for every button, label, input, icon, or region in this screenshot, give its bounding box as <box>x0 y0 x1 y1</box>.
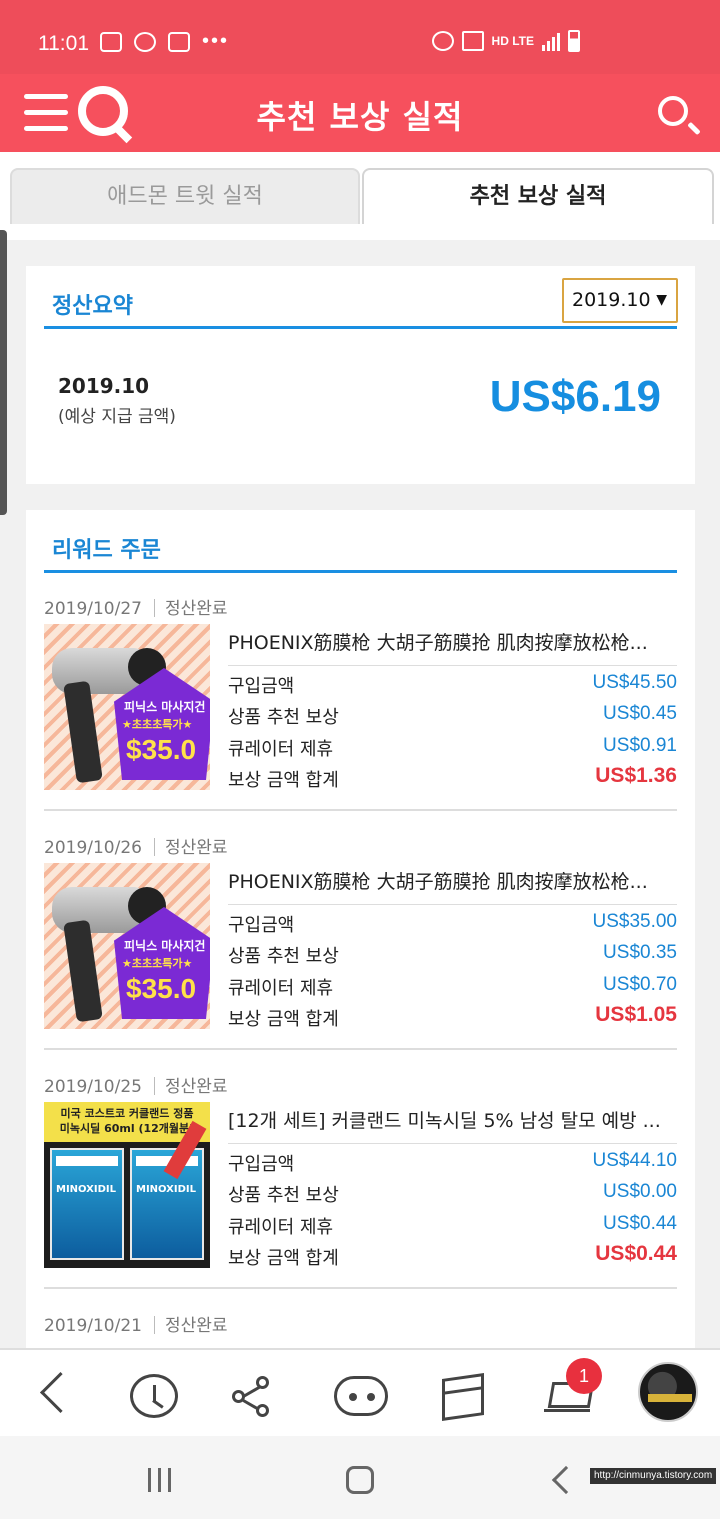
curator-row: 큐레이터 제휴 US$0.70 <box>228 974 677 999</box>
month-select[interactable]: 2019.10 ▼ <box>562 278 678 323</box>
purchase-amount: US$35.00 <box>592 911 677 932</box>
order-status: 정산완료 <box>164 1316 228 1336</box>
curator-amount: US$0.44 <box>603 1213 677 1234</box>
product-thumbnail[interactable]: 미국 코스트코 커클랜드 정품 미녹시딜 60ml (12개월분) MINOXID… <box>44 1102 210 1268</box>
bottom-navigation <box>0 1348 720 1436</box>
curator-row: 큐레이터 제휴 US$0.91 <box>228 735 677 760</box>
product-reward-row: 상품 추천 보상 US$0.35 <box>228 942 677 967</box>
recents-icon[interactable] <box>148 1468 172 1492</box>
message-icon <box>168 31 190 52</box>
section-divider <box>44 326 677 329</box>
purchase-row: 구입금액 US$35.00 <box>228 911 677 936</box>
order-date: 2019/10/26 <box>44 838 142 858</box>
product-reward-amount: US$0.45 <box>603 703 677 724</box>
history-icon[interactable] <box>130 1374 178 1418</box>
signal-icon <box>542 31 560 51</box>
summary-note: (예상 지급 금액) <box>58 407 176 427</box>
more-notifications-icon: ••• <box>202 30 230 52</box>
mute-icon <box>461 31 484 51</box>
edge-scroll-handle[interactable] <box>0 230 7 515</box>
order-divider <box>44 809 677 811</box>
purchase-row: 구입금액 US$45.50 <box>228 672 677 697</box>
product-thumbnail[interactable]: 피닉스 마사지건 ★초초초특가★ $35.0 <box>44 863 210 1029</box>
total-amount: US$0.44 <box>595 1242 677 1265</box>
dropdown-caret-icon: ▼ <box>656 292 667 308</box>
product-reward-amount: US$0.35 <box>603 942 677 963</box>
tab-admon-tweet[interactable]: 애드몬 트윗 실적 <box>10 168 360 224</box>
search-icon[interactable] <box>658 96 688 126</box>
alarm-icon <box>431 31 454 51</box>
talk-icon <box>134 31 156 52</box>
order-divider <box>44 1048 677 1050</box>
total-row: 보상 금액 합계 US$0.44 <box>228 1242 677 1269</box>
curator-row: 큐레이터 제휴 US$0.44 <box>228 1213 677 1238</box>
cart-count-badge: 1 <box>566 1358 602 1394</box>
total-row: 보상 금액 합계 US$1.36 <box>228 764 677 791</box>
order-header: 2019/10/27 정산완료 <box>44 594 228 619</box>
order-date: 2019/10/27 <box>44 599 142 619</box>
summary-month: 2019.10 <box>58 374 150 398</box>
status-bar: 11:01 ••• HD LTE <box>0 0 720 74</box>
month-select-value: 2019.10 <box>572 289 651 311</box>
tab-recommend-reward[interactable]: 추천 보상 실적 <box>362 168 714 224</box>
order-date: 2019/10/25 <box>44 1077 142 1097</box>
product-reward-row: 상품 추천 보상 US$0.45 <box>228 703 677 728</box>
watermark: http://cinmunya.tistory.com <box>590 1468 717 1484</box>
product-thumbnail[interactable]: 피닉스 마사지건 ★초초초특가★ $35.0 <box>44 624 210 790</box>
order-divider <box>44 1287 677 1289</box>
chatbot-icon[interactable] <box>334 1376 388 1416</box>
total-amount: US$1.36 <box>595 764 677 787</box>
package-icon[interactable] <box>442 1373 484 1421</box>
share-icon[interactable] <box>230 1370 274 1420</box>
product-name[interactable]: PHOENIX筋膜枪 大胡子筋膜抢 肌肉按摩放松枪... <box>228 867 677 905</box>
system-status-icons: HD LTE <box>431 30 580 52</box>
home-icon[interactable] <box>346 1466 374 1494</box>
product-reward-row: 상품 추천 보상 US$0.00 <box>228 1181 677 1206</box>
status-time: 11:01 <box>38 32 89 55</box>
purchase-row: 구입금액 US$44.10 <box>228 1150 677 1175</box>
page-title: 추천 보상 실적 <box>256 98 464 136</box>
order-date: 2019/10/21 <box>44 1316 142 1336</box>
settlement-summary-card: 정산요약 2019.10 ▼ 2019.10 (예상 지급 금액) US$6.1… <box>26 266 695 484</box>
summary-title: 정산요약 <box>52 294 133 319</box>
gallery-icon <box>100 31 122 52</box>
product-reward-amount: US$0.00 <box>603 1181 677 1202</box>
order-header: 2019/10/25 정산완료 <box>44 1072 228 1097</box>
network-label: HD LTE <box>491 34 534 48</box>
back-icon[interactable] <box>36 1370 72 1420</box>
notification-icons: ••• <box>100 30 229 53</box>
summary-amount: US$6.19 <box>489 372 661 421</box>
order-status: 정산완료 <box>164 838 228 858</box>
section-divider <box>44 570 677 573</box>
curator-amount: US$0.70 <box>603 974 677 995</box>
total-row: 보상 금액 합계 US$1.05 <box>228 1003 677 1030</box>
rewards-title: 리워드 주문 <box>52 538 161 563</box>
purchase-amount: US$44.10 <box>592 1150 677 1171</box>
profile-avatar[interactable] <box>638 1362 698 1422</box>
product-name[interactable]: PHOENIX筋膜枪 大胡子筋膜抢 肌肉按摩放松枪... <box>228 628 677 666</box>
reward-orders-card: 리워드 주문 2019/10/27 정산완료 피닉스 마사지건 ★초초초특가★ $… <box>26 510 695 1350</box>
order-header: 2019/10/26 정산완료 <box>44 833 228 858</box>
order-header: 2019/10/21 정산완료 <box>44 1311 228 1336</box>
order-status: 정산완료 <box>164 1077 228 1097</box>
curator-amount: US$0.91 <box>603 735 677 756</box>
purchase-amount: US$45.50 <box>592 672 677 693</box>
order-status: 정산완료 <box>164 599 228 619</box>
product-name[interactable]: [12개 세트] 커클랜드 미녹시딜 5% 남성 탈모 예방 ... <box>228 1106 677 1144</box>
battery-icon <box>568 30 580 52</box>
total-amount: US$1.05 <box>595 1003 677 1026</box>
